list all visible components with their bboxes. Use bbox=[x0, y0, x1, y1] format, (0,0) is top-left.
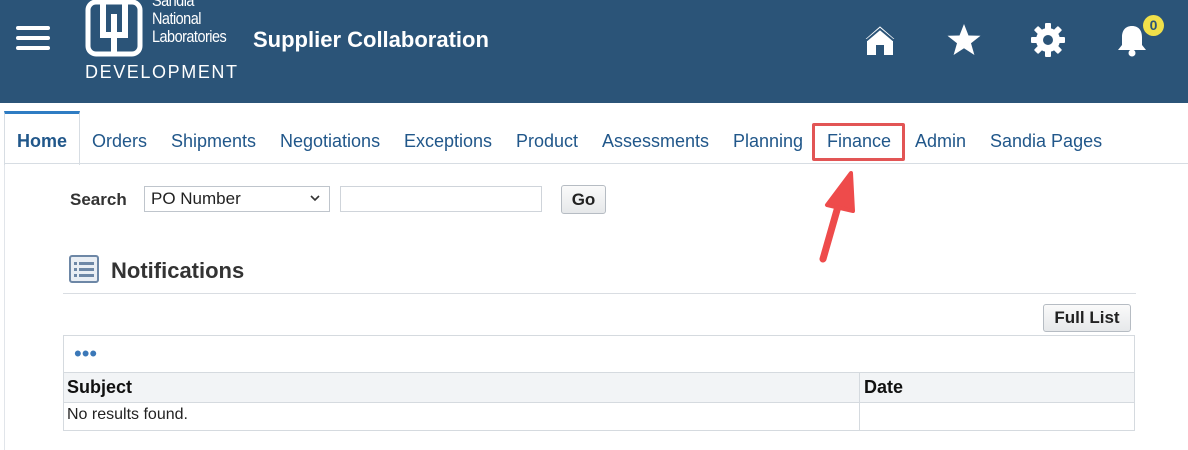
column-header-subject[interactable]: Subject bbox=[67, 377, 132, 398]
settings-gear-icon[interactable] bbox=[1028, 20, 1068, 60]
search-label: Search bbox=[70, 190, 127, 209]
tab-admin[interactable]: Admin bbox=[915, 131, 966, 152]
search-input[interactable] bbox=[340, 186, 542, 212]
notifications-heading: Notifications bbox=[111, 258, 245, 283]
home-icon[interactable] bbox=[860, 20, 900, 60]
environment-label: DEVELOPMENT bbox=[85, 62, 239, 82]
notifications-table: ••• Subject Date No results found. bbox=[63, 335, 1135, 431]
tab-exceptions[interactable]: Exceptions bbox=[404, 131, 492, 152]
tab-bar-baseline bbox=[4, 163, 1188, 164]
notifications-divider bbox=[63, 293, 1136, 294]
logo-wordmark: Sandia National Laboratories bbox=[152, 0, 227, 46]
sandia-logo[interactable]: Sandia National Laboratories DEVELOPMENT bbox=[82, 0, 242, 82]
tab-orders[interactable]: Orders bbox=[92, 131, 147, 152]
favorites-star-icon[interactable] bbox=[944, 20, 984, 60]
tab-shipments[interactable]: Shipments bbox=[171, 131, 256, 152]
app-header: Sandia National Laboratories DEVELOPMENT… bbox=[0, 0, 1188, 103]
chevron-down-icon bbox=[310, 195, 320, 202]
more-actions-icon[interactable]: ••• bbox=[74, 343, 97, 365]
tab-assessments[interactable]: Assessments bbox=[602, 131, 709, 152]
tab-home[interactable]: Home bbox=[17, 131, 67, 152]
tab-planning[interactable]: Planning bbox=[733, 131, 803, 152]
annotation-arrow-icon bbox=[819, 171, 855, 263]
main-tab-bar: Home Orders Shipments Negotiations Excep… bbox=[0, 103, 1188, 165]
sandia-thunderbird-icon bbox=[85, 0, 143, 57]
logo-line-2: National bbox=[152, 9, 201, 28]
column-divider bbox=[859, 372, 860, 431]
notification-count-badge: 0 bbox=[1143, 15, 1164, 36]
content-left-border bbox=[4, 165, 5, 450]
search-type-value: PO Number bbox=[151, 189, 241, 208]
tab-product[interactable]: Product bbox=[516, 131, 578, 152]
full-list-button[interactable]: Full List bbox=[1043, 304, 1131, 332]
tab-negotiations[interactable]: Negotiations bbox=[280, 131, 380, 152]
logo-line-3: Laboratories bbox=[152, 27, 227, 46]
search-type-select[interactable]: PO Number bbox=[144, 186, 330, 212]
go-button[interactable]: Go bbox=[561, 185, 606, 214]
table-header-row: Subject Date bbox=[64, 372, 1134, 403]
finance-highlight-box bbox=[812, 123, 905, 161]
column-header-date[interactable]: Date bbox=[864, 377, 903, 398]
notifications-list-icon bbox=[69, 255, 99, 283]
menu-icon[interactable] bbox=[16, 26, 50, 52]
empty-results-message: No results found. bbox=[67, 406, 188, 423]
app-title: Supplier Collaboration bbox=[253, 27, 489, 52]
tab-sandia-pages[interactable]: Sandia Pages bbox=[990, 131, 1102, 152]
